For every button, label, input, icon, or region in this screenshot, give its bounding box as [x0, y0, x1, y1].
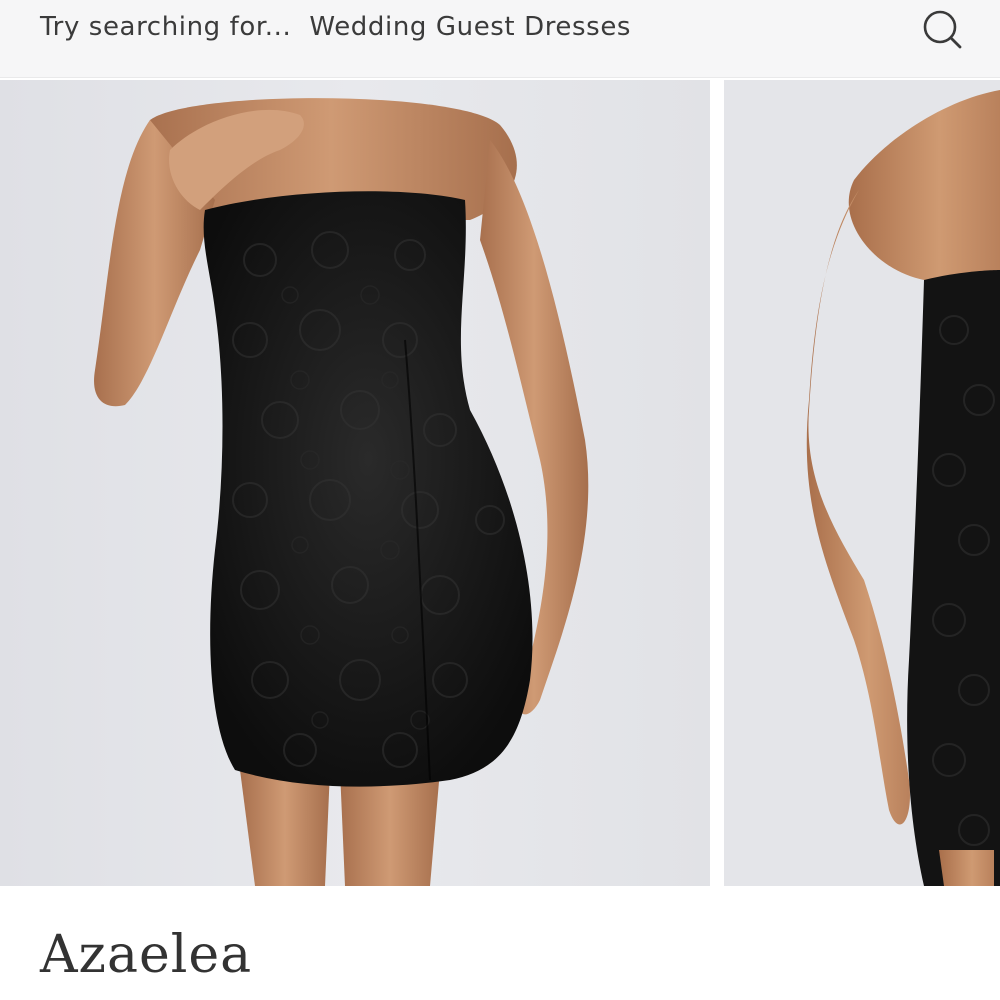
model-back-illustration — [724, 80, 1000, 886]
search-placeholder[interactable]: Try searching for... Wedding Guest Dresse… — [40, 12, 631, 42]
search-suggestion[interactable]: Wedding Guest Dresses — [309, 12, 631, 42]
product-image-gallery[interactable] — [0, 80, 1000, 886]
model-front-illustration — [0, 80, 710, 886]
search-prompt: Try searching for... — [40, 12, 292, 42]
product-image-front[interactable] — [0, 80, 710, 886]
search-bar[interactable]: Try searching for... Wedding Guest Dresse… — [0, 0, 1000, 78]
search-icon[interactable] — [918, 6, 966, 54]
product-image-back[interactable] — [724, 80, 1000, 886]
product-title: Azaelea — [40, 925, 253, 985]
